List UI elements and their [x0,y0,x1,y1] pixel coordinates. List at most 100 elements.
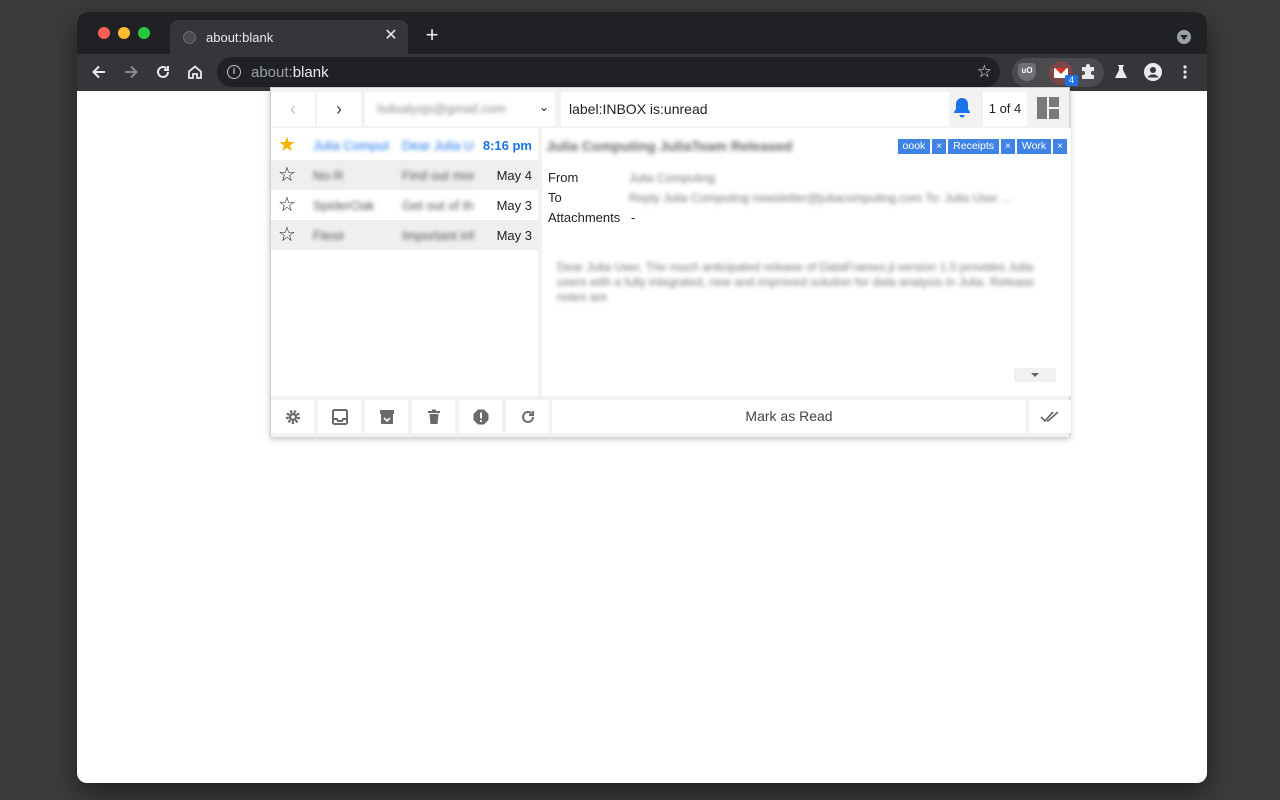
browser-toolbar: i about:blank ☆ uO 4 [77,54,1207,91]
label-chip: Work × [1016,139,1067,154]
account-select[interactable]: lsdoalysjs@gmail.com ⌄ [365,92,555,126]
close-window-button[interactable] [98,27,110,39]
info-icon[interactable]: i [227,65,241,79]
star-outline-icon[interactable]: ☆ [278,194,296,216]
trash-icon [427,409,440,424]
delete-button[interactable] [412,400,455,433]
message-date: May 3 [496,228,532,243]
extensions-puzzle-icon[interactable] [1078,63,1098,83]
message-counter: 1 of 4 [983,92,1027,126]
message-date: 8:16 pm [482,138,532,153]
expand-message-button[interactable] [1014,368,1056,382]
message-subject: Dear Julia User [402,138,474,153]
unread-count-badge: 4 [1065,75,1078,86]
reload-icon [157,65,169,78]
flask-icon [1115,65,1127,78]
from-label: From [548,170,579,185]
kebab-menu-icon [1183,65,1187,79]
inbox-icon [331,408,348,425]
message-list: ★ Julia Computing Dear Julia User 8:16 p… [271,128,538,396]
tab-strip: about:blank ✕ + [77,12,1207,54]
mark-as-read-button[interactable]: Mark as Read [552,400,1026,433]
message-sender: Julia Computing [313,138,389,153]
reader-subject: Julia Computing JuliaTeam Released [546,138,793,154]
previous-message-button[interactable]: ‹ [271,92,315,126]
settings-button[interactable] [271,400,314,433]
mark-all-read-button[interactable] [1029,400,1071,433]
refresh-button[interactable] [506,400,549,433]
popup-header: ‹ › lsdoalysjs@gmail.com ⌄ label:INBOX i… [271,88,1069,128]
bookmark-star-icon[interactable]: ☆ [977,62,992,82]
to-label: To [548,190,562,205]
spam-warning-icon [473,409,488,424]
archive-button[interactable] [365,400,408,433]
search-query-input[interactable]: label:INBOX is:unread [561,92,949,126]
gear-icon [285,409,300,424]
minimize-window-button[interactable] [118,27,130,39]
label-chip: Receipts × [948,139,1015,154]
label-chip: oook × [897,139,947,154]
attachments-label: Attachments [548,210,621,225]
star-outline-icon[interactable]: ☆ [278,224,296,246]
message-body: Dear Julia User, The much anticipated re… [557,260,1034,304]
ublock-icon[interactable]: uO [1018,63,1036,81]
message-sender: No-R [313,168,344,183]
next-message-button[interactable]: › [317,92,361,126]
message-sender: Flexir [313,228,345,243]
maximize-window-button[interactable] [138,27,150,39]
inbox-button[interactable] [318,400,361,433]
tab-close-icon[interactable]: ✕ [382,27,400,45]
message-date: May 3 [496,198,532,213]
url-text[interactable]: about:blank [251,64,329,81]
back-button[interactable] [85,58,113,86]
notification-bell-icon[interactable] [951,96,973,120]
message-subject: Get out of the [402,198,474,213]
labs-button[interactable] [1107,58,1135,86]
message-reader: Julia Computing JuliaTeam Released oook … [542,128,1071,396]
attachments-value: - [631,210,636,225]
new-tab-button[interactable]: + [421,24,443,47]
arrow-left-icon [92,65,105,79]
search-query-text: label:INBOX is:unread [569,101,708,117]
popup-footer: Mark as Read [271,396,1071,437]
remove-label-icon[interactable]: × [1001,139,1015,154]
layout-toggle-button[interactable] [1037,97,1059,119]
message-row[interactable]: ☆ Flexir Important info May 3 [271,220,538,250]
address-bar[interactable]: i about:blank ☆ [217,57,1000,87]
message-date: May 4 [496,168,532,183]
star-outline-icon[interactable]: ☆ [278,164,296,186]
reload-button[interactable] [149,58,177,86]
tab-about-blank[interactable]: about:blank ✕ [170,20,408,54]
from-value: Julia Computing [629,171,716,185]
mail-checker-popup: ‹ › lsdoalysjs@gmail.com ⌄ label:INBOX i… [270,87,1071,437]
avatar-icon [1144,63,1162,81]
chevron-down-icon: ⌄ [538,100,549,114]
refresh-icon [521,410,534,423]
double-check-icon [1040,410,1059,422]
home-button[interactable] [181,58,209,86]
label-name[interactable]: oook [897,139,931,154]
arrow-right-icon [125,65,138,79]
star-icon[interactable]: ★ [278,134,296,156]
message-sender: SpiderOak [313,198,375,213]
to-value: Reply Julia Computing newsletter@juliaco… [629,191,1012,205]
tab-search-icon[interactable] [1177,30,1191,44]
forward-button[interactable] [117,58,145,86]
browser-menu-button[interactable] [1171,58,1199,86]
label-name[interactable]: Receipts [948,139,999,154]
report-spam-button[interactable] [459,400,502,433]
message-subject: Find out more [402,168,474,183]
label-chips: oook × Receipts × Work × [897,139,1067,154]
remove-label-icon[interactable]: × [932,139,947,154]
label-name[interactable]: Work [1016,139,1052,154]
account-email: lsdoalysjs@gmail.com [377,101,506,116]
tab-title: about:blank [206,30,274,45]
message-row[interactable]: ☆ No-R Find out more May 4 [271,160,538,190]
extensions-group: uO 4 [1012,58,1104,87]
message-row[interactable]: ☆ SpiderOak Get out of the May 3 [271,190,538,220]
remove-label-icon[interactable]: × [1053,139,1067,154]
profile-button[interactable] [1139,58,1167,86]
message-subject: Important info [402,228,474,243]
message-row[interactable]: ★ Julia Computing Dear Julia User 8:16 p… [271,130,538,160]
home-icon [188,65,202,79]
